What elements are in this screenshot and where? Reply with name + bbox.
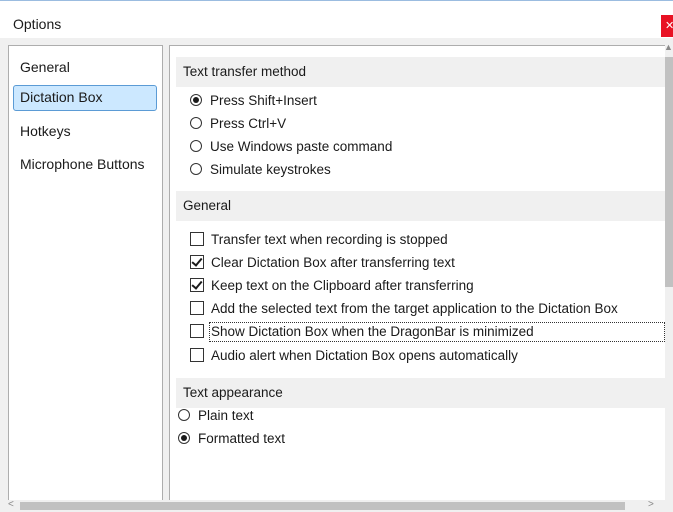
close-button[interactable]: ✕ (661, 15, 673, 37)
option-label: Transfer text when recording is stopped (211, 232, 448, 247)
title-bar: Options ✕ (0, 1, 673, 38)
scroll-right-arrow-icon[interactable]: > (648, 499, 654, 510)
nav-item-general[interactable]: General (13, 55, 77, 81)
checkbox-indicator (190, 301, 204, 315)
option-label: Plain text (198, 408, 254, 423)
scroll-up-arrow-icon[interactable]: ▲ (664, 42, 673, 52)
section-text-appearance: Text appearance (176, 378, 666, 408)
scroll-left-arrow-icon[interactable]: < (8, 499, 14, 510)
radio-indicator (178, 409, 190, 421)
option-label: Audio alert when Dictation Box opens aut… (211, 348, 518, 363)
nav-item-dictation-box[interactable]: Dictation Box (13, 85, 157, 111)
radio-indicator (190, 140, 202, 152)
section-general: General (176, 191, 666, 221)
option-label: Simulate keystrokes (210, 162, 331, 177)
radio-indicator (190, 163, 202, 175)
section-text-transfer-method: Text transfer method (176, 57, 666, 87)
option-label: Press Ctrl+V (210, 116, 287, 131)
checkbox-indicator (190, 232, 204, 246)
options-window: Options ✕ General Dictation Box Hotkeys … (0, 0, 673, 512)
window-title: Options (13, 16, 62, 32)
checkbox-checked-indicator (190, 278, 204, 292)
vertical-scroll-thumb[interactable] (665, 57, 673, 287)
checkbox-indicator (190, 348, 204, 362)
option-label: Press Shift+Insert (210, 93, 317, 108)
option-label: Formatted text (198, 431, 286, 446)
category-list: General Dictation Box Hotkeys Microphone… (8, 45, 163, 509)
nav-item-hotkeys[interactable]: Hotkeys (13, 119, 78, 145)
settings-panel: Text transfer method Press Shift+Insert … (169, 45, 666, 502)
radio-selected-indicator (190, 94, 202, 106)
option-label: Clear Dictation Box after transferring t… (211, 255, 455, 270)
horizontal-scroll-thumb[interactable] (20, 502, 625, 510)
option-label-focused: Show Dictation Box when the DragonBar is… (209, 322, 665, 342)
option-label: Keep text on the Clipboard after transfe… (211, 278, 474, 293)
nav-item-microphone-buttons[interactable]: Microphone Buttons (13, 152, 152, 178)
checkbox-indicator (190, 324, 204, 338)
radio-selected-indicator (178, 432, 190, 444)
option-label: Add the selected text from the target ap… (211, 301, 618, 316)
radio-indicator (190, 117, 202, 129)
option-label: Use Windows paste command (210, 139, 393, 154)
checkbox-checked-indicator (190, 255, 204, 269)
